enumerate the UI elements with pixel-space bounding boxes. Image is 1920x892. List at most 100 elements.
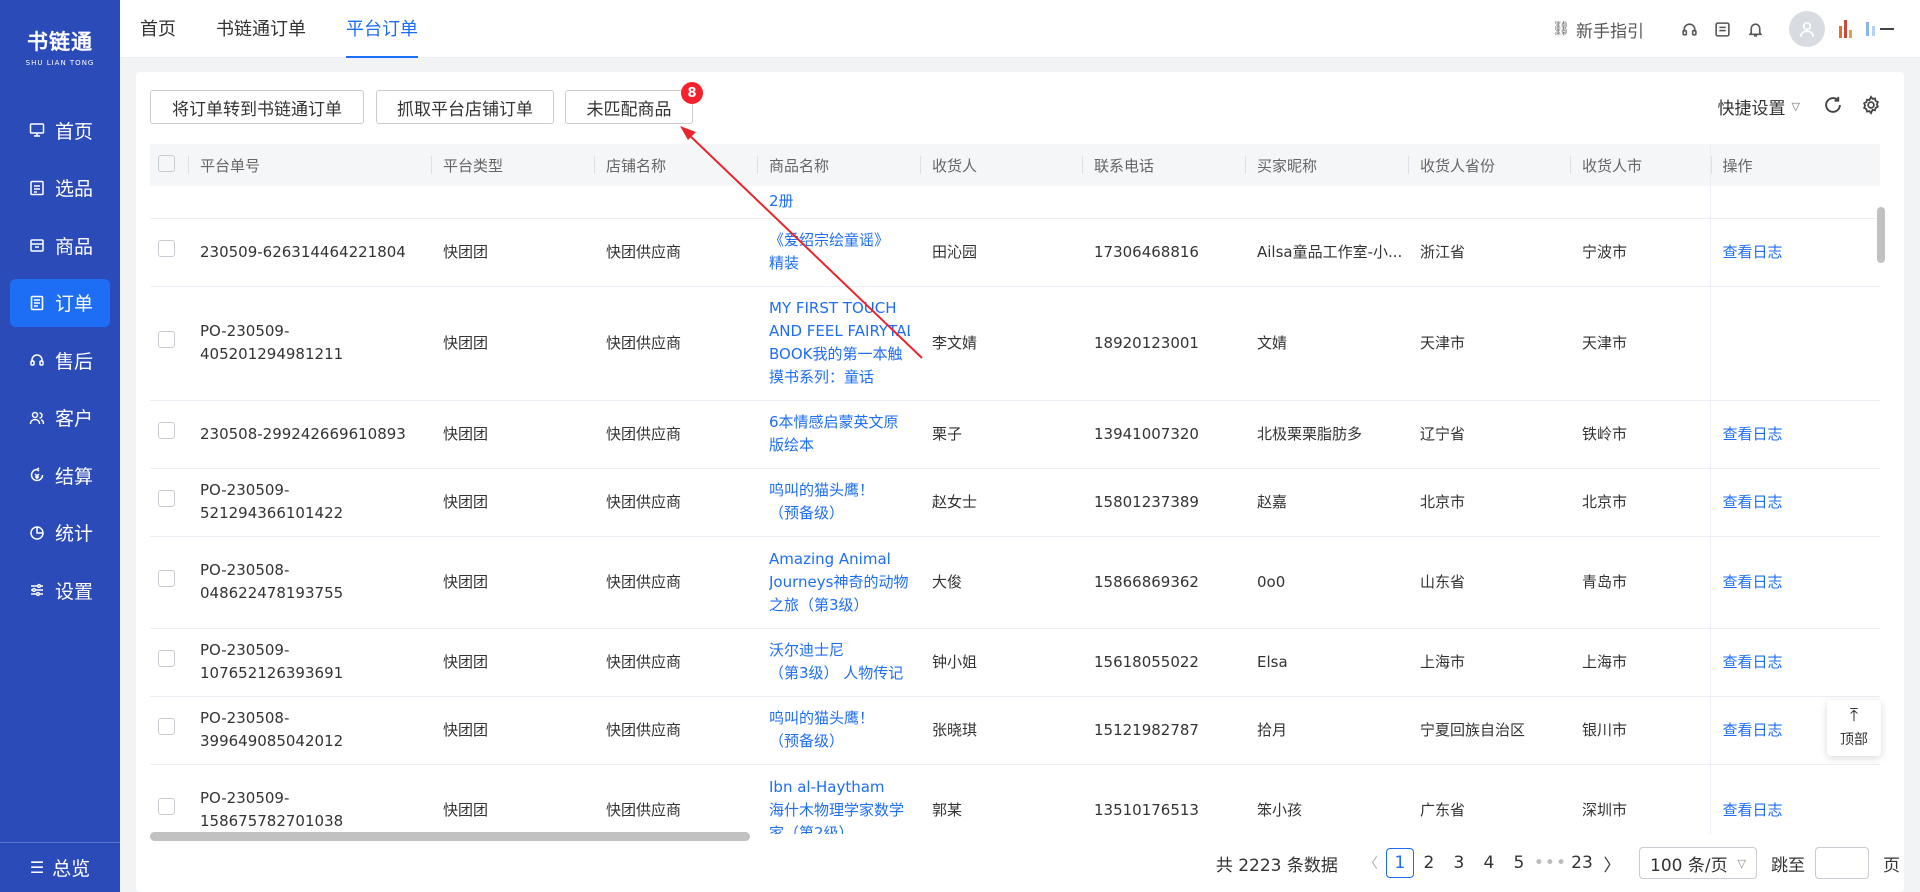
top-bar: 首页 书链通订单 平台订单 ⛓ 新手指引 <box>120 0 1920 58</box>
platform-type: 快团团 <box>431 286 594 401</box>
view-log-link[interactable]: 查看日志 <box>1709 468 1880 537</box>
row-checkbox[interactable] <box>158 650 175 667</box>
next-page-icon[interactable]: 〉 <box>1597 848 1627 878</box>
goods-name-line: 《爱绍宗绘童谣》 <box>769 231 890 249</box>
sidebar-item-after-sales[interactable]: 售后 <box>10 336 110 384</box>
order-no: 230509-626314464221804 <box>188 218 431 287</box>
table-row[interactable]: 230508-299242669610893 快团团 快团供应商 6本情感启蒙英文原版… <box>150 400 1880 469</box>
pie-chart-icon <box>28 524 45 541</box>
row-checkbox[interactable] <box>158 718 175 735</box>
more-pages[interactable]: ••• <box>1534 848 1567 878</box>
gear-icon[interactable] <box>1860 94 1882 116</box>
view-log-link[interactable] <box>1709 286 1880 401</box>
goods-name[interactable]: Amazing Animal Journeys神奇的动物 之旅（第3级） <box>757 536 920 629</box>
table-row[interactable]: PO-230509-107652126393691 快团团 快团供应商 沃尔迪士尼 （第… <box>150 628 1880 697</box>
guide-link[interactable]: ⛓ 新手指引 <box>1552 17 1644 42</box>
unmatched-goods-button[interactable]: 未匹配商品 <box>565 90 693 124</box>
sidebar-item-settings[interactable]: 设置 <box>10 566 110 614</box>
page-3[interactable]: 3 <box>1444 848 1474 878</box>
page-2[interactable]: 2 <box>1414 848 1444 878</box>
quick-settings-dropdown[interactable]: 快捷设置 ▽ <box>1718 94 1800 119</box>
view-log-link[interactable]: 查看日志 <box>1709 536 1880 629</box>
goods-name[interactable]: 沃尔迪士尼 （第3级） 人物传记 <box>757 628 920 697</box>
tab-platform-orders[interactable]: 平台订单 <box>346 0 418 58</box>
row-checkbox[interactable] <box>158 331 175 348</box>
row-checkbox[interactable] <box>158 422 175 439</box>
goods-name-line: 沃尔迪士尼 <box>769 641 845 659</box>
prev-page-icon[interactable]: 〈 <box>1356 848 1386 878</box>
store-logo-icon <box>1839 20 1852 38</box>
goods-name[interactable]: MY FIRST TOUCH AND FEEL FAIRYTALE BOOK我的第一… <box>757 286 920 401</box>
page-unit-label: 页 <box>1883 855 1900 876</box>
total-count: 共 2223 条数据 <box>1215 855 1338 876</box>
table-row[interactable]: PO-230509-158675782701038 快团团 快团供应商 Ibn al-… <box>150 764 1880 834</box>
phone: 15121982787 <box>1082 696 1245 765</box>
pagination: 共 2223 条数据 〈 1 2 3 4 5 ••• 23 〉 100 条/页 … <box>1215 847 1900 879</box>
shop-name: 快团供应商 <box>594 628 757 697</box>
select-all-checkbox[interactable] <box>158 154 175 172</box>
goods-name[interactable]: 呜叫的猫头鹰！ （预备级） <box>757 468 920 537</box>
sidebar-item-home[interactable]: 首页 <box>10 106 110 154</box>
province: 天津市 <box>1408 286 1570 401</box>
fetch-store-orders-button[interactable]: 抓取平台店铺订单 <box>376 90 554 124</box>
row-checkbox[interactable] <box>158 240 175 257</box>
page-4[interactable]: 4 <box>1474 848 1504 878</box>
sidebar-item-selection[interactable]: 选品 <box>10 164 110 212</box>
view-log-link[interactable]: 查看日志 <box>1709 218 1880 287</box>
message-icon[interactable] <box>1712 19 1732 39</box>
sidebar-item-orders[interactable]: 订单 <box>10 278 110 327</box>
chevron-down-icon: ▽ <box>1737 856 1746 870</box>
page-23[interactable]: 23 <box>1567 848 1597 878</box>
col-header: 店铺名称 <box>594 144 757 186</box>
convert-orders-button[interactable]: 将订单转到书链通订单 <box>150 90 364 124</box>
city: 银川市 <box>1570 696 1710 765</box>
vertical-scrollbar[interactable] <box>1877 207 1885 263</box>
sidebar-item-label: 客户 <box>55 408 94 430</box>
horizontal-scrollbar[interactable] <box>150 832 750 841</box>
view-log-link[interactable]: 查看日志 <box>1709 628 1880 697</box>
guide-icon: ⛓ <box>1552 21 1570 37</box>
col-header: 操作 <box>1709 144 1880 186</box>
back-to-top-button[interactable]: ⤒ 顶部 <box>1827 700 1881 756</box>
headset-icon[interactable] <box>1679 19 1699 39</box>
tab-home[interactable]: 首页 <box>140 0 176 58</box>
quick-settings-label: 快捷设置 <box>1717 99 1786 119</box>
avatar[interactable] <box>1789 11 1825 47</box>
row-checkbox[interactable] <box>158 490 175 507</box>
bell-icon[interactable] <box>1745 19 1765 39</box>
table-row[interactable]: PO-230509-405201294981211 快团团 快团供应商 MY FIRS… <box>150 286 1880 401</box>
province: 北京市 <box>1408 468 1570 537</box>
buyer-nickname: Ailsa童品工作室-小... <box>1245 218 1408 287</box>
sidebar-item-settlement[interactable]: 结算 <box>10 451 110 499</box>
sidebar-item-statistics[interactable]: 统计 <box>10 509 110 557</box>
page-size-select[interactable]: 100 条/页 ▽ <box>1639 847 1757 879</box>
page-size-value: 100 条/页 <box>1650 855 1728 876</box>
back-to-top-label: 顶部 <box>1840 732 1868 748</box>
sidebar-item-customers[interactable]: 客户 <box>10 394 110 442</box>
goods-name[interactable]: 《爱绍宗绘童谣》 精装 <box>757 218 920 287</box>
table-row[interactable]: PO-230508-399649085042012 快团团 快团供应商 呜叫的猫头鹰！… <box>150 696 1880 765</box>
goods-name[interactable]: Ibn al-Haytham 海什木物理学家数学 家（第2级） <box>757 764 920 834</box>
city: 北京市 <box>1570 468 1710 537</box>
page-1[interactable]: 1 <box>1385 848 1414 878</box>
arrow-up-icon: ⤒ <box>1850 705 1858 726</box>
page-5[interactable]: 5 <box>1504 848 1534 878</box>
goods-name[interactable]: 2册 <box>757 186 920 219</box>
table-row[interactable]: 230509-626314464221804 快团团 快团供应商 《爱绍宗绘童谣》 精装… <box>150 218 1880 287</box>
col-header: 商品名称 <box>757 144 920 186</box>
shop-name: 快团供应商 <box>594 764 757 834</box>
sidebar-item-goods[interactable]: 商品 <box>10 221 110 269</box>
row-checkbox[interactable] <box>158 570 175 587</box>
tab-shulian-orders[interactable]: 书链通订单 <box>216 0 306 58</box>
jump-page-input[interactable] <box>1815 847 1869 879</box>
goods-name-line: 之旅（第3级） <box>769 595 869 614</box>
refresh-icon[interactable] <box>1822 94 1844 116</box>
goods-name[interactable]: 6本情感启蒙英文原 版绘本 <box>757 400 920 469</box>
table-row[interactable]: PO-230508-048622478193755 快团团 快团供应商 Amazing… <box>150 536 1880 629</box>
view-log-link[interactable]: 查看日志 <box>1709 764 1880 834</box>
table-row[interactable]: PO-230509-521294366101422 快团团 快团供应商 呜叫的猫头鹰！… <box>150 468 1880 537</box>
goods-name[interactable]: 呜叫的猫头鹰！ （预备级） <box>757 696 920 765</box>
row-checkbox[interactable] <box>158 798 175 815</box>
view-log-link[interactable]: 查看日志 <box>1709 400 1880 469</box>
sidebar-overview-button[interactable]: ☰ 总览 <box>0 842 120 892</box>
